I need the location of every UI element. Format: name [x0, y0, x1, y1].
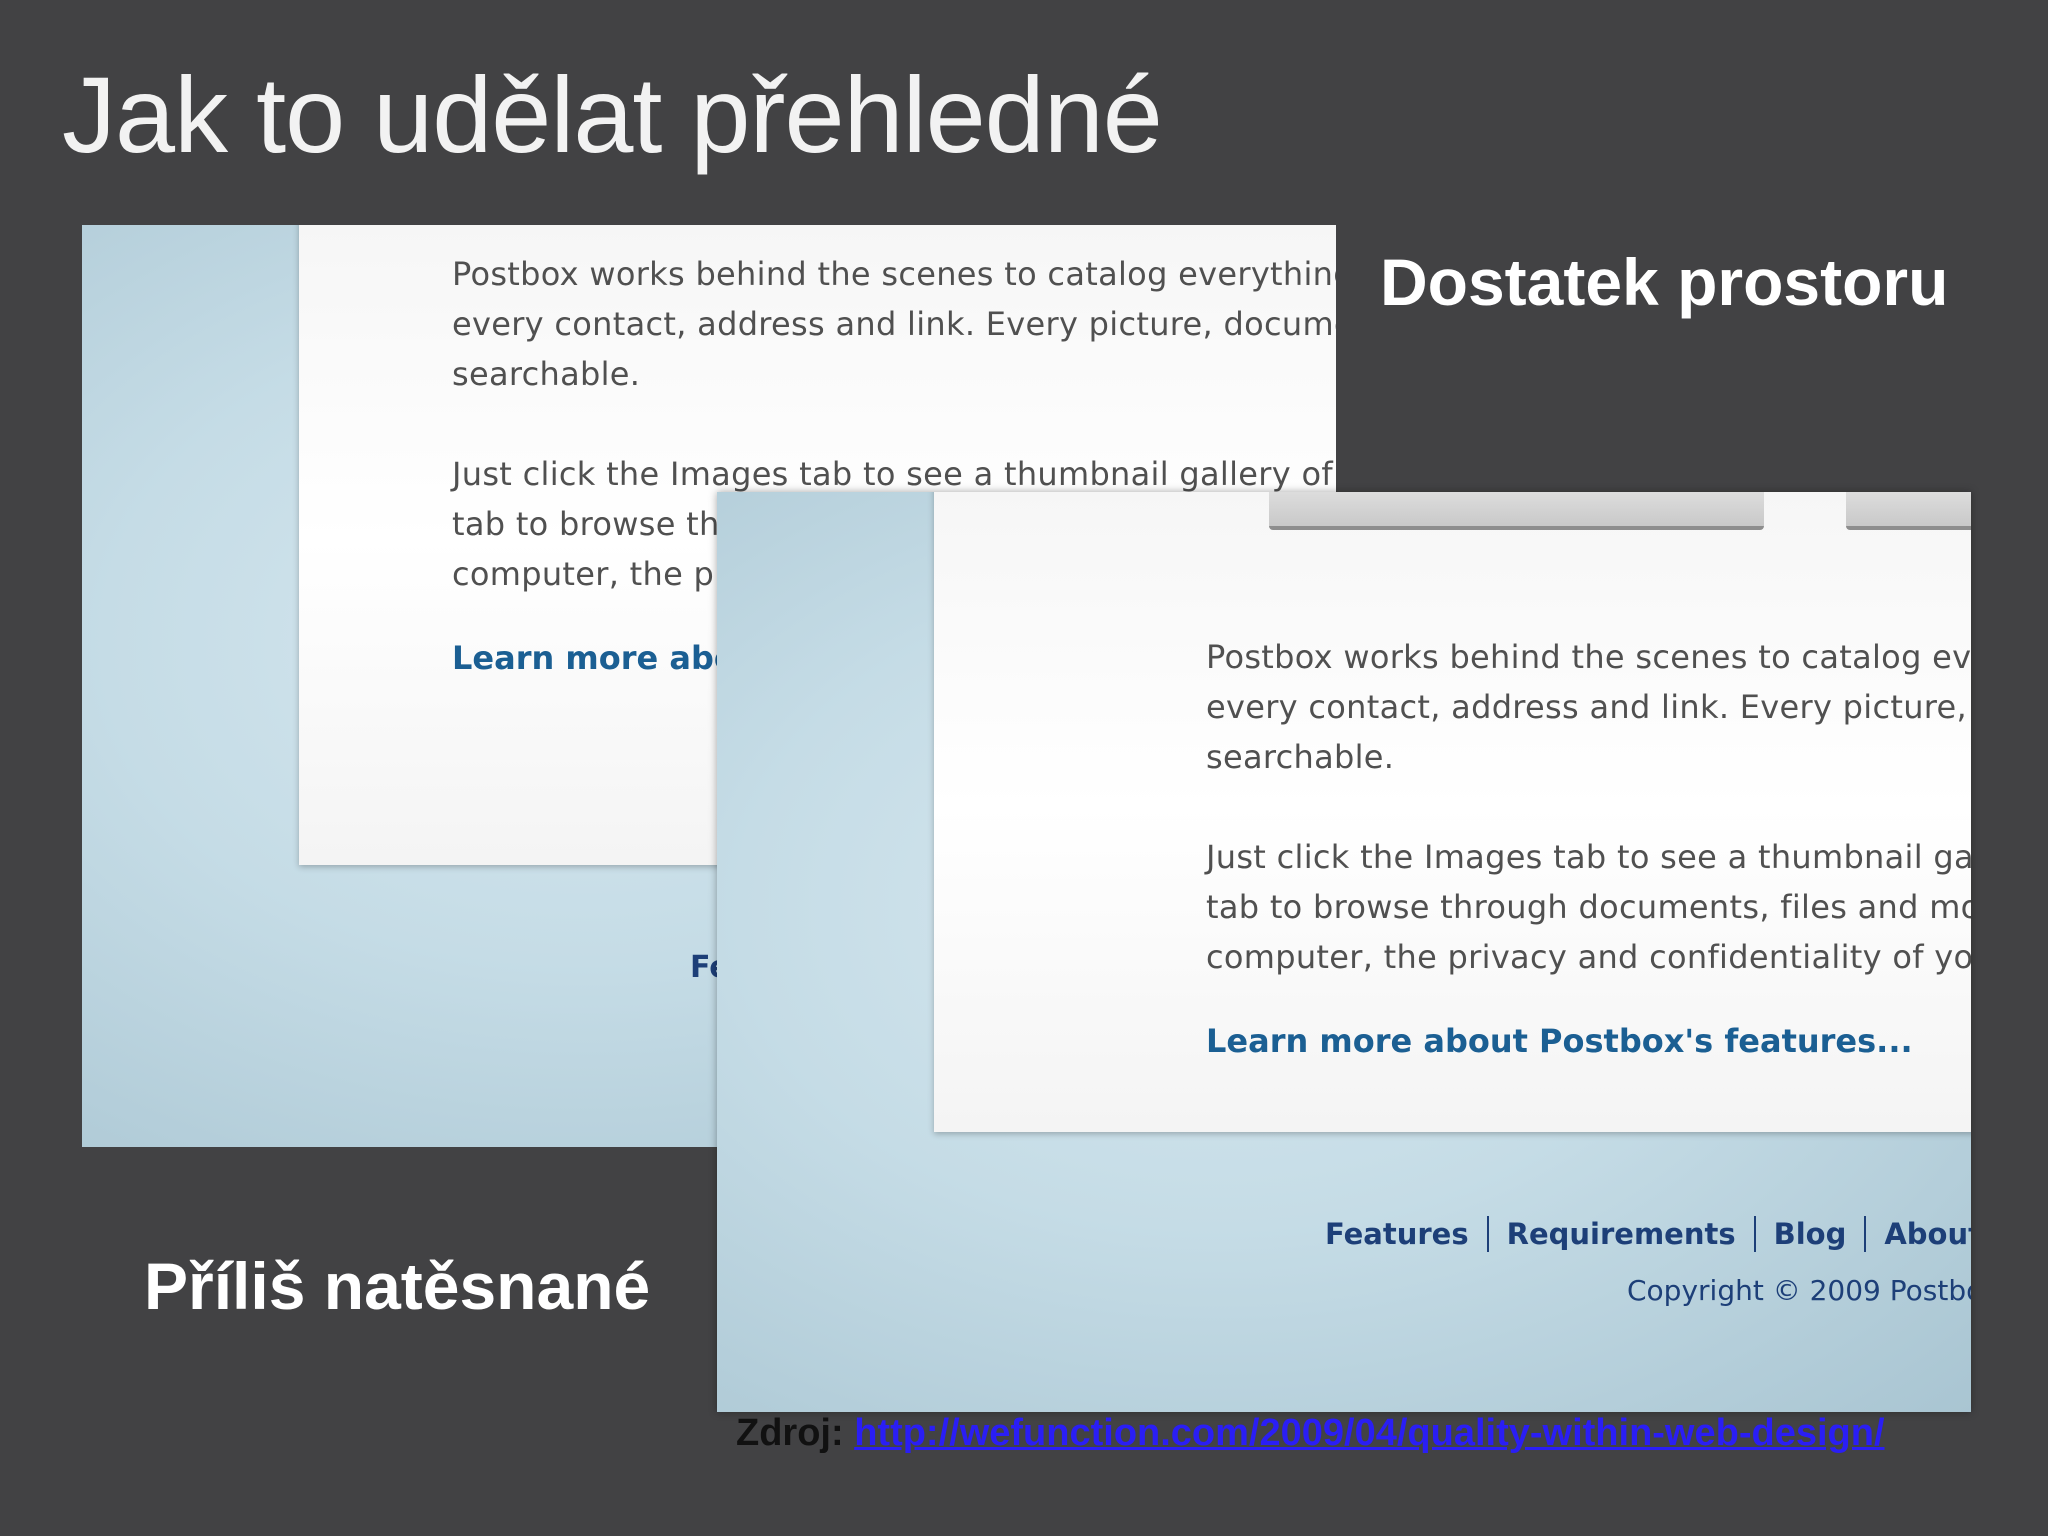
divider [1864, 1216, 1867, 1252]
footer-link-requirements[interactable]: Requirements [1507, 1217, 1736, 1251]
caption-cramped: Příliš natěsnané [144, 1249, 651, 1323]
learn-more-link[interactable]: Learn more about Postbox's features... [1206, 1022, 1913, 1060]
copyright-text: Copyright © 2009 Postbo [1627, 1274, 1971, 1307]
screenshot-spacious: Postbox works behind the scenes to catal… [717, 492, 1971, 1412]
source-link[interactable]: http://wefunction.com/2009/04/quality-wi… [854, 1412, 1884, 1454]
content-card: Postbox works behind the scenes to catal… [934, 492, 1971, 1132]
paragraph-1: Postbox works behind the scenes to catal… [1206, 638, 1971, 776]
paragraph-1: Postbox works behind the scenes to catal… [452, 255, 1336, 393]
slide-title: Jak to udělat přehledné [62, 54, 1163, 175]
source-label: Zdroj: [736, 1412, 844, 1454]
caption-spacious: Dostatek prostoru [1380, 245, 1949, 319]
learn-more-link[interactable]: Learn more abo [452, 639, 736, 677]
paragraph-2: Just click the Images tab to see a thumb… [1206, 838, 1971, 976]
divider [1753, 1216, 1756, 1252]
app-thumbnail [1846, 492, 1971, 530]
footer-link-blog[interactable]: Blog [1774, 1217, 1847, 1251]
source-line: Zdroj: http://wefunction.com/2009/04/qua… [736, 1412, 1885, 1455]
footer-link-about[interactable]: About [1884, 1217, 1971, 1251]
footer-nav: Features Requirements Blog About Pr [1325, 1216, 1971, 1252]
divider [1486, 1216, 1489, 1252]
footer-link-features[interactable]: Features [1325, 1217, 1469, 1251]
app-thumbnail [1269, 492, 1764, 530]
